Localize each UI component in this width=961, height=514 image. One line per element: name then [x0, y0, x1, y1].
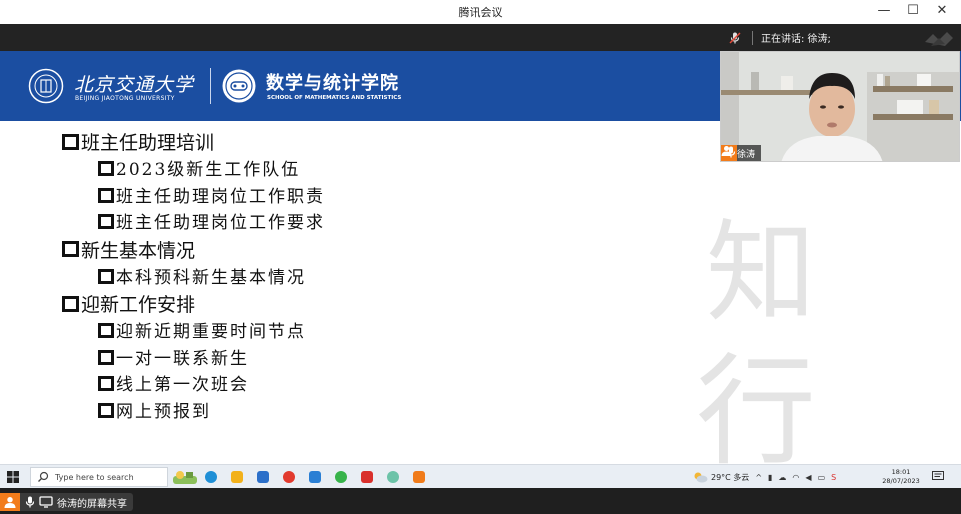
outline-item: 一对一联系新生 [98, 346, 325, 373]
school-seal-icon [222, 69, 256, 103]
outline-item: 网上预报到 [98, 399, 325, 426]
active-speaker-indicator: 正在讲话: 徐涛; [728, 24, 831, 51]
outline-item: 班主任助理岗位工作职责 [98, 184, 325, 211]
slide-outline: 班主任助理培训 2023级新生工作队伍 班主任助理岗位工作职责 班主任助理岗位工… [62, 129, 325, 425]
checkbox-bullet-icon [98, 402, 114, 418]
meeting-logo-icon [925, 32, 953, 46]
microphone-icon [25, 496, 35, 508]
title-bar: 腾讯会议 — ☐ ✕ [0, 0, 961, 24]
microphone-icon [726, 146, 736, 158]
close-button[interactable]: ✕ [930, 2, 954, 20]
outline-item: 本科预科新生基本情况 [98, 265, 325, 292]
wps-icon[interactable] [354, 467, 380, 487]
cloudy-weather-icon [694, 472, 708, 483]
mail-icon[interactable] [250, 467, 276, 487]
chevron-up-icon[interactable]: ^ [755, 473, 762, 482]
checkbox-bullet-icon [98, 349, 114, 365]
checkbox-bullet-icon [62, 241, 79, 257]
outline-item: 2023级新生工作队伍 [98, 157, 325, 184]
checkbox-bullet-icon [98, 214, 114, 229]
weather-text[interactable]: 29°C 多云 [711, 472, 749, 483]
search-icon [38, 471, 49, 482]
battery-icon[interactable]: ▭ [818, 473, 826, 482]
cloud-icon[interactable] [380, 467, 406, 487]
taskbar-apps [172, 467, 432, 487]
wifi-icon[interactable]: ◠ [792, 473, 799, 482]
clock-date: 28/07/2023 [882, 477, 920, 485]
volume-icon[interactable]: ◀ [805, 473, 811, 482]
photos-icon[interactable] [302, 467, 328, 487]
tencent-meeting-icon[interactable] [406, 467, 432, 487]
checkbox-bullet-icon [98, 161, 114, 176]
outline-item: 线上第一次班会 [98, 372, 325, 399]
checkbox-bullet-icon [98, 268, 114, 284]
taskbar-clock[interactable]: 18:01 28/07/2023 [878, 468, 924, 486]
edge-icon[interactable] [198, 467, 224, 487]
checkbox-bullet-icon [98, 323, 114, 338]
school-name-en: SCHOOL OF MATHEMATICS AND STATISTICS [267, 95, 402, 101]
windows-taskbar: Type here to search 29°C 多云 ^ ▮ ☁ ◠ ◀ ▭ … [0, 464, 961, 488]
maximize-button[interactable]: ☐ [901, 2, 925, 20]
notification-icon[interactable] [932, 471, 944, 482]
checkbox-bullet-icon [62, 133, 79, 150]
screen-share-icon [39, 496, 53, 508]
taskbar-search[interactable]: Type here to search [30, 467, 168, 487]
wechat-icon[interactable] [328, 467, 354, 487]
meeting-top-bar: 正在讲话: 徐涛; [0, 24, 961, 51]
outline-item: 迎新近期重要时间节点 [98, 319, 325, 346]
usb-icon[interactable]: ▮ [768, 473, 772, 482]
participant-name: 徐涛 [737, 149, 756, 160]
svg-text:行: 行 [696, 343, 816, 464]
speaking-label: 正在讲话: 徐涛; [761, 34, 831, 45]
participant-video[interactable]: 徐涛 [720, 51, 960, 162]
search-placeholder: Type here to search [55, 472, 134, 482]
university-name-cn: 北京交通大学 [74, 74, 195, 96]
windows-start-icon[interactable] [6, 470, 20, 484]
checkbox-bullet-icon [98, 187, 114, 203]
minimize-button[interactable]: — [872, 2, 896, 20]
file-explorer-icon[interactable] [224, 467, 250, 487]
checkbox-bullet-icon [98, 376, 114, 391]
tencent-meeting-window: 腾讯会议 — ☐ ✕ 正在讲话: 徐涛; 北京交通大学 BEIJING JIAO… [0, 0, 961, 514]
user-icon [0, 493, 20, 511]
screen-share-indicator[interactable]: 徐涛的屏幕共享 [0, 493, 133, 511]
university-seal-icon [28, 68, 64, 104]
participant-name-tag: 徐涛 [721, 145, 762, 161]
news-widget-icon[interactable] [172, 467, 198, 487]
clock-time: 18:01 [891, 468, 911, 476]
system-tray: 29°C 多云 ^ ▮ ☁ ◠ ◀ ▭ S [692, 467, 836, 487]
logo-divider [210, 68, 211, 104]
onedrive-icon[interactable]: ☁ [778, 473, 786, 482]
outline-section-title: 班主任助理培训 [62, 129, 325, 157]
input-method-icon[interactable]: S [831, 473, 836, 482]
mic-muted-icon [729, 31, 741, 44]
browser-icon[interactable] [276, 467, 302, 487]
outline-item: 班主任助理岗位工作要求 [98, 210, 325, 237]
svg-text:知: 知 [706, 209, 816, 337]
screen-share-label: 徐涛的屏幕共享 [57, 498, 127, 510]
calligraphy-watermark: 知 行 [696, 209, 816, 464]
outline-section-title: 迎新工作安排 [62, 291, 325, 319]
school-name-cn: 数学与统计学院 [266, 73, 399, 94]
outline-section-title: 新生基本情况 [62, 237, 325, 265]
separator [752, 30, 753, 45]
checkbox-bullet-icon [62, 295, 79, 312]
screen-share-bar: 徐涛的屏幕共享 [0, 488, 961, 514]
university-name-en: BEIJING JIAOTONG UNIVERSITY [75, 95, 175, 102]
window-title: 腾讯会议 [458, 6, 503, 19]
